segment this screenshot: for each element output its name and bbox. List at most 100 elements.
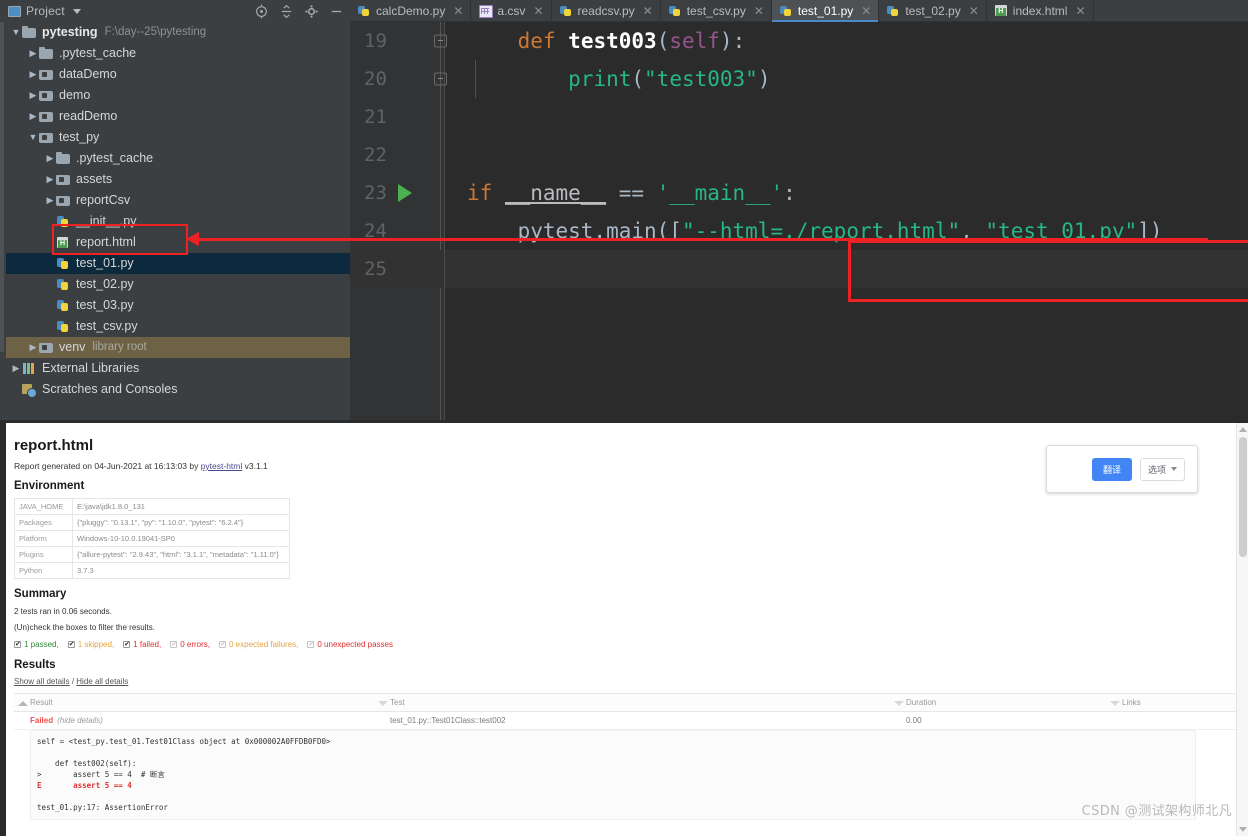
expand-triangle-icon[interactable] xyxy=(27,64,39,85)
expand-triangle-icon[interactable] xyxy=(44,169,56,190)
filter-0-errors-[interactable]: 0 errors, xyxy=(170,640,210,649)
line-number-22[interactable]: 22 xyxy=(350,136,444,174)
filter-checkbox[interactable] xyxy=(67,640,75,649)
filter-checkbox[interactable] xyxy=(307,640,315,649)
close-icon[interactable]: ✕ xyxy=(1075,4,1085,18)
filter-1-passed-[interactable]: 1 passed, xyxy=(14,640,59,649)
tree-item-test_csv.py[interactable]: test_csv.py xyxy=(6,316,350,337)
expand-triangle-icon[interactable] xyxy=(27,106,39,127)
editor-tab-acsv[interactable]: a.csv ✕ xyxy=(471,0,552,21)
tree-item-.pytest_cache[interactable]: .pytest_cache xyxy=(6,43,350,64)
project-panel-title-group[interactable]: Project xyxy=(8,4,81,18)
code-line-25[interactable] xyxy=(445,250,1248,288)
tree-item-demo[interactable]: demo xyxy=(6,85,350,106)
tree-item-test_py[interactable]: test_py xyxy=(6,127,350,148)
tree-item-readdemo[interactable]: readDemo xyxy=(6,106,350,127)
tree-item-.pytest_cache[interactable]: .pytest_cache xyxy=(6,148,350,169)
scroll-up-arrow-icon[interactable] xyxy=(1239,427,1247,432)
tree-item-test_01.py[interactable]: test_01.py xyxy=(6,253,350,274)
tree-item-pytesting[interactable]: pytesting F:\day--25\pytesting xyxy=(6,22,350,43)
filter-0-expected-failures-[interactable]: 0 expected failures, xyxy=(219,640,298,649)
filter-checkbox[interactable] xyxy=(170,640,178,649)
code-line-22[interactable] xyxy=(445,136,1248,174)
show-all-details-link[interactable]: Show all details xyxy=(14,677,70,686)
scrollbar-thumb[interactable] xyxy=(1239,437,1247,557)
tree-item-test_03.py[interactable]: test_03.py xyxy=(6,295,350,316)
tree-item-__init__.py[interactable]: __init__.py xyxy=(6,211,350,232)
editor-tab-test_01py[interactable]: test_01.py ✕ xyxy=(771,0,880,22)
tree-item-reportcsv[interactable]: reportCsv xyxy=(6,190,350,211)
code-line-21[interactable] xyxy=(445,98,1248,136)
close-icon[interactable]: ✕ xyxy=(533,4,543,18)
code-text[interactable]: def test003(self): print("test003") if _… xyxy=(445,22,1248,420)
filter-checkbox[interactable] xyxy=(219,640,226,649)
hide-details-link[interactable]: (hide details) xyxy=(57,716,103,725)
tree-item-datademo[interactable]: dataDemo xyxy=(6,64,350,85)
code-line-19[interactable]: def test003(self): xyxy=(445,22,1248,60)
tree-item-venv[interactable]: venv library root xyxy=(6,337,350,358)
close-icon[interactable]: ✕ xyxy=(453,4,463,18)
tree-item-test_02.py[interactable]: test_02.py xyxy=(6,274,350,295)
collapse-all-icon[interactable] xyxy=(279,4,294,19)
table-row[interactable]: Failed (hide details) test_01.py::Test01Cl… xyxy=(14,711,1236,730)
filter-checkbox[interactable] xyxy=(14,640,21,649)
tree-item-externallibraries[interactable]: External Libraries xyxy=(6,358,350,379)
report-vertical-scrollbar[interactable] xyxy=(1236,423,1248,836)
expand-triangle-icon[interactable] xyxy=(27,337,39,358)
details-toggle-links[interactable]: Show all details / Hide all details xyxy=(14,677,1242,686)
expand-triangle-icon[interactable] xyxy=(27,85,39,106)
close-icon[interactable]: ✕ xyxy=(861,4,871,18)
code-line-20[interactable]: print("test003") xyxy=(445,60,1248,98)
line-number-25[interactable]: 25 xyxy=(350,250,444,288)
expand-triangle-icon[interactable] xyxy=(10,358,22,379)
collapse-triangle-icon[interactable] xyxy=(27,127,39,148)
close-icon[interactable]: ✕ xyxy=(969,4,979,18)
results-table-head[interactable]: Result Test Duration Links xyxy=(14,693,1236,712)
filter-0-unexpected-passes[interactable]: 0 unexpected passes xyxy=(307,640,393,649)
cell-result[interactable]: Failed (hide details) xyxy=(14,711,374,730)
filter-1-failed-[interactable]: 1 failed, xyxy=(123,640,161,649)
editor-tab-bar[interactable]: calcDemo.py ✕ a.csv ✕ readcsv.py ✕ test_csv.py… xyxy=(350,0,1248,22)
hide-all-details-link[interactable]: Hide all details xyxy=(76,677,128,686)
close-icon[interactable]: ✕ xyxy=(754,4,764,18)
tree-item-scratchesandconsoles[interactable]: Scratches and Consoles xyxy=(6,379,350,400)
translate-button[interactable]: 翻译 xyxy=(1091,457,1132,481)
line-number-19[interactable]: 19− xyxy=(350,22,447,60)
code-line-24[interactable]: pytest.main(["--html=./report.html", "te… xyxy=(445,212,1248,250)
line-number-24[interactable]: 24 xyxy=(350,212,444,250)
summary-filter-checkboxes[interactable]: 1 passed, 1 skipped, 1 failed, 0 errors, 0 e… xyxy=(14,640,1242,649)
col-links[interactable]: Links xyxy=(1106,693,1236,712)
editor-tab-calcdemopy[interactable]: calcDemo.py ✕ xyxy=(350,0,472,21)
editor-gutter[interactable]: 19−20− 21 22 23 24 25 xyxy=(350,22,447,420)
settings-gear-icon[interactable] xyxy=(304,4,319,19)
pytest-html-link[interactable]: pytest-html xyxy=(201,461,243,471)
tree-item-assets[interactable]: assets xyxy=(6,169,350,190)
code-editor-viewport[interactable]: 19−20−21 22 23 24 25 def test003(self): prin… xyxy=(350,22,1248,420)
collapse-triangle-icon[interactable] xyxy=(10,22,22,43)
editor-tab-readcsvpy[interactable]: readcsv.py ✕ xyxy=(552,0,661,21)
tree-item-report.html[interactable]: report.html xyxy=(6,232,350,253)
code-line-23[interactable]: if __name__ == '__main__': xyxy=(445,174,1248,212)
project-tree-scrollbar[interactable] xyxy=(0,22,4,352)
run-triangle-icon[interactable] xyxy=(398,184,412,202)
expand-triangle-icon[interactable] xyxy=(44,148,56,169)
col-test[interactable]: Test xyxy=(374,693,890,712)
filter-checkbox[interactable] xyxy=(123,640,131,649)
line-number-20[interactable]: 20− xyxy=(350,60,447,98)
editor-tab-indexhtml[interactable]: index.html ✕ xyxy=(987,0,1094,21)
scroll-down-arrow-icon[interactable] xyxy=(1239,827,1247,832)
translate-options-button[interactable]: 选项 xyxy=(1139,457,1185,481)
target-icon[interactable] xyxy=(254,3,269,19)
project-tree[interactable]: pytesting F:\day--25\pytesting .pytest_cac… xyxy=(6,22,350,420)
filter-1-skipped-[interactable]: 1 skipped, xyxy=(67,640,114,649)
col-result[interactable]: Result xyxy=(14,693,374,712)
expand-triangle-icon[interactable] xyxy=(27,43,39,64)
minimize-icon[interactable] xyxy=(329,4,344,19)
chrome-translate-popup[interactable]: 翻译 选项 xyxy=(1046,445,1198,493)
close-icon[interactable]: ✕ xyxy=(643,4,653,18)
line-number-23[interactable]: 23 xyxy=(350,174,444,212)
editor-tab-test_csvpy[interactable]: test_csv.py ✕ xyxy=(661,0,772,21)
expand-triangle-icon[interactable] xyxy=(44,190,56,211)
col-duration[interactable]: Duration xyxy=(890,693,1106,712)
line-number-21[interactable]: 21 xyxy=(350,98,444,136)
